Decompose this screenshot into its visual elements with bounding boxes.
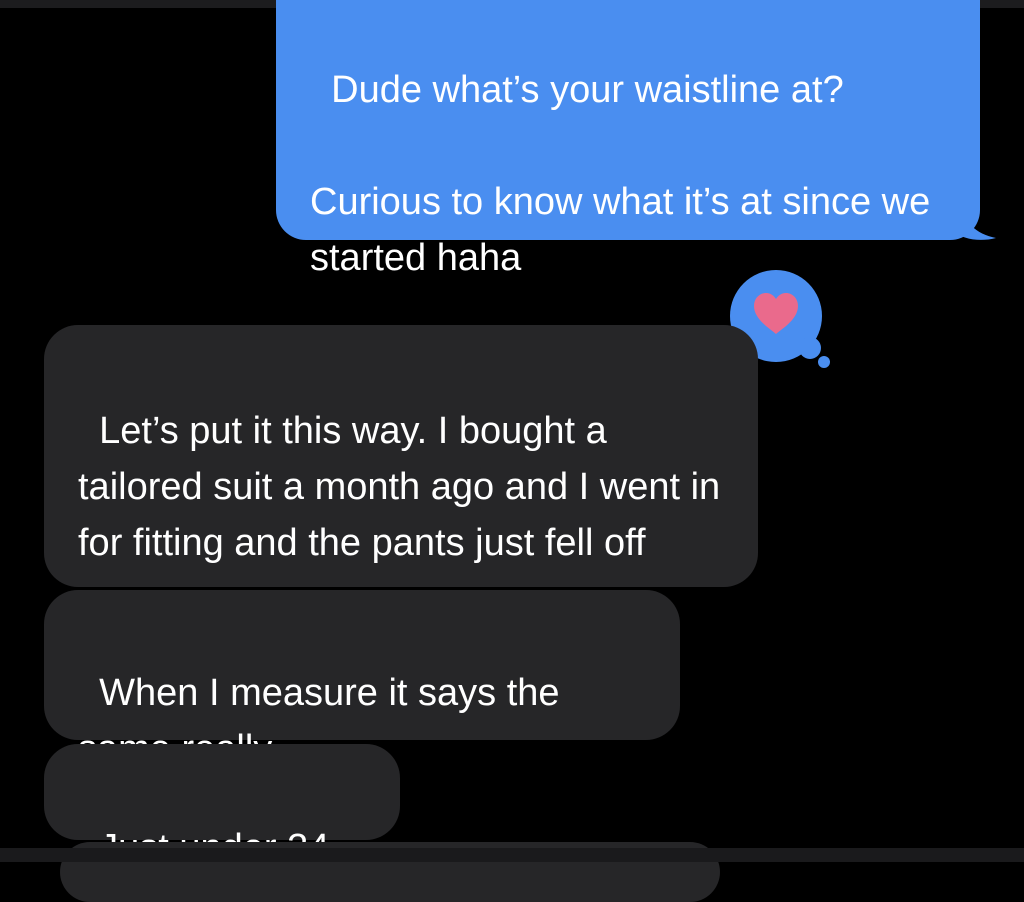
tapback-bubble-dot [799, 337, 821, 359]
bottom-edge [0, 848, 1024, 862]
sent-bubble-tail [950, 200, 996, 240]
message-text: Dude what’s your waistline at? Curious t… [310, 69, 931, 279]
message-bubble-received[interactable]: Just under 34 [44, 744, 400, 869]
message-text: Let’s put it this way. I bought a tailor… [78, 410, 731, 564]
tapback-bubble-dot-small [818, 356, 830, 368]
message-bubble-sent[interactable]: Dude what’s your waistline at? Curious t… [276, 0, 980, 279]
message-bubble-received[interactable]: When I measure it says the same really [44, 590, 680, 770]
message-bubble-received[interactable]: Let’s put it this way. I bought a tailor… [44, 325, 758, 587]
